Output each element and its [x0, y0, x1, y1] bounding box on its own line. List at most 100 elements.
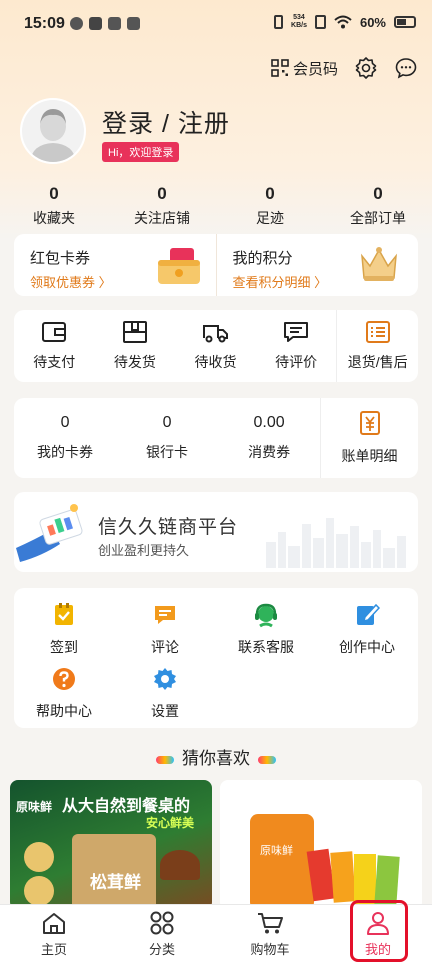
product-can-label: 原味鲜	[260, 845, 293, 857]
decor-right	[258, 755, 276, 764]
cart-icon	[258, 913, 283, 934]
product-card[interactable]: 原味鲜 从大自然到餐桌的 安心鲜美 松茸鲜	[10, 780, 212, 910]
order-label: 待发货	[113, 354, 156, 370]
service-label: 创作中心	[339, 639, 395, 655]
service-label: 评论	[151, 639, 179, 655]
nav-cart[interactable]: 购物车	[216, 905, 324, 964]
check-icon	[70, 17, 83, 30]
wallet-label: 我的卡券	[37, 444, 94, 460]
badge-seal	[24, 876, 54, 906]
banner-title: 信久久链商平台	[98, 517, 239, 538]
stat-value: 0	[373, 184, 383, 203]
coupons-section[interactable]: 红包卡券 领取优惠券 〉	[14, 234, 216, 296]
stat-all-orders[interactable]: 0 全部订单	[324, 184, 432, 228]
order-pending-review[interactable]: 待评价	[256, 310, 337, 382]
recommend-title: 猜你喜欢	[182, 749, 250, 768]
order-pending-payment[interactable]: 待支付	[14, 310, 95, 382]
welcome-badge: Hi，欢迎登录	[102, 142, 180, 162]
banner-subtitle: 创业盈利更持久	[98, 543, 190, 558]
service-label: 帮助中心	[36, 703, 92, 719]
product-card[interactable]: 原味鲜	[220, 780, 422, 910]
decor-left	[156, 755, 174, 764]
product-headline: 从大自然到餐桌的	[62, 798, 191, 815]
wallet-icon	[42, 322, 67, 342]
stat-footprints[interactable]: 0 足迹	[216, 184, 324, 228]
badge-seal	[24, 842, 54, 872]
wallet-value: 0	[60, 414, 70, 431]
vibrate-icon	[274, 15, 284, 29]
nav-label: 分类	[148, 942, 175, 957]
order-label: 退货/售后	[347, 354, 408, 370]
product-pack-yellow	[354, 854, 376, 904]
product-headline-sub: 安心鲜美	[146, 816, 195, 830]
product-pack-orange	[330, 851, 356, 903]
stat-value: 0	[49, 184, 59, 203]
service-label: 签到	[50, 639, 78, 655]
package-icon	[122, 321, 147, 343]
home-icon	[43, 913, 65, 934]
speed-unit: KB/s	[291, 22, 307, 29]
services-card: 签到 评论 联系客服 创作中心 帮助中心 设置	[14, 588, 418, 728]
member-code-label: 会员码	[292, 60, 338, 78]
product-brand-tag: 原味鲜	[16, 800, 53, 814]
stat-favorites[interactable]: 0 收藏夹	[0, 184, 108, 228]
status-time: 15:09	[24, 15, 65, 32]
wallet-label: 消费券	[248, 444, 291, 460]
highlight-frame	[350, 900, 408, 962]
qr-code-icon	[271, 59, 289, 77]
wallet-value: 0	[162, 414, 172, 431]
service-help-center[interactable]: 帮助中心	[14, 666, 114, 721]
network-speed: 534 KB/s	[291, 14, 307, 30]
member-code-button[interactable]: 会员码	[271, 58, 338, 79]
wallet-vouchers[interactable]: 0.00 消费券	[218, 398, 320, 478]
mushroom-graphic	[160, 850, 200, 880]
service-creator-center[interactable]: 创作中心	[317, 602, 417, 657]
speed-value: 534	[293, 14, 305, 21]
wallet-label: 银行卡	[146, 444, 189, 460]
app-icon	[108, 17, 121, 30]
bill-label: 账单明细	[341, 448, 398, 464]
service-review[interactable]: 评论	[115, 602, 215, 657]
stat-value: 0	[157, 184, 167, 203]
login-register-link[interactable]: 登录 / 注册	[102, 104, 230, 140]
wifi-icon	[334, 15, 352, 29]
order-pending-receipt[interactable]: 待收货	[175, 310, 256, 382]
message-icon[interactable]	[394, 56, 418, 80]
platform-banner[interactable]: 信久久链商平台 创业盈利更持久	[14, 492, 418, 572]
order-label: 待收货	[194, 354, 237, 370]
service-customer-support[interactable]: 联系客服	[216, 602, 316, 657]
order-returns[interactable]: 退货/售后	[336, 310, 418, 382]
stat-followed-shops[interactable]: 0 关注店铺	[108, 184, 216, 228]
return-icon	[365, 321, 390, 343]
help-icon	[53, 668, 75, 690]
settings-gear-icon[interactable]	[354, 56, 378, 80]
status-notification-icons	[70, 17, 140, 30]
coupons-points-card: 红包卡券 领取优惠券 〉 我的积分 查看积分明细 〉	[14, 234, 418, 296]
red-envelope-icon	[157, 248, 200, 284]
nav-home[interactable]: 主页	[0, 905, 108, 964]
service-settings[interactable]: 设置	[115, 666, 215, 721]
wallet-my-coupons[interactable]: 0 我的卡券	[14, 398, 116, 478]
service-label: 联系客服	[238, 639, 294, 655]
comment-icon	[284, 322, 309, 342]
wallet-value: 0.00	[253, 414, 285, 431]
orders-card: 待支付 待发货 待收货 待评价 退货/售后	[14, 310, 418, 382]
stats-row: 0 收藏夹 0 关注店铺 0 足迹 0 全部订单	[0, 184, 432, 228]
avatar[interactable]	[20, 98, 86, 164]
sim-icon	[314, 15, 326, 29]
city-skyline-graphic	[266, 518, 406, 568]
header-actions: 会员码	[271, 56, 418, 80]
order-pending-shipment[interactable]: 待发货	[95, 310, 176, 382]
banner-illustration	[16, 504, 83, 562]
crown-icon	[89, 17, 102, 30]
wallet-bank-cards[interactable]: 0 银行卡	[116, 398, 218, 478]
stat-label: 收藏夹	[33, 210, 75, 226]
bill-details[interactable]: 账单明细	[320, 398, 418, 478]
category-icon	[150, 911, 174, 935]
battery-icon	[394, 16, 416, 28]
points-section[interactable]: 我的积分 查看积分明细 〉	[215, 234, 419, 296]
product-pack-green	[374, 855, 400, 907]
nav-category[interactable]: 分类	[108, 905, 216, 964]
bill-icon	[359, 411, 380, 435]
service-checkin[interactable]: 签到	[14, 602, 114, 657]
